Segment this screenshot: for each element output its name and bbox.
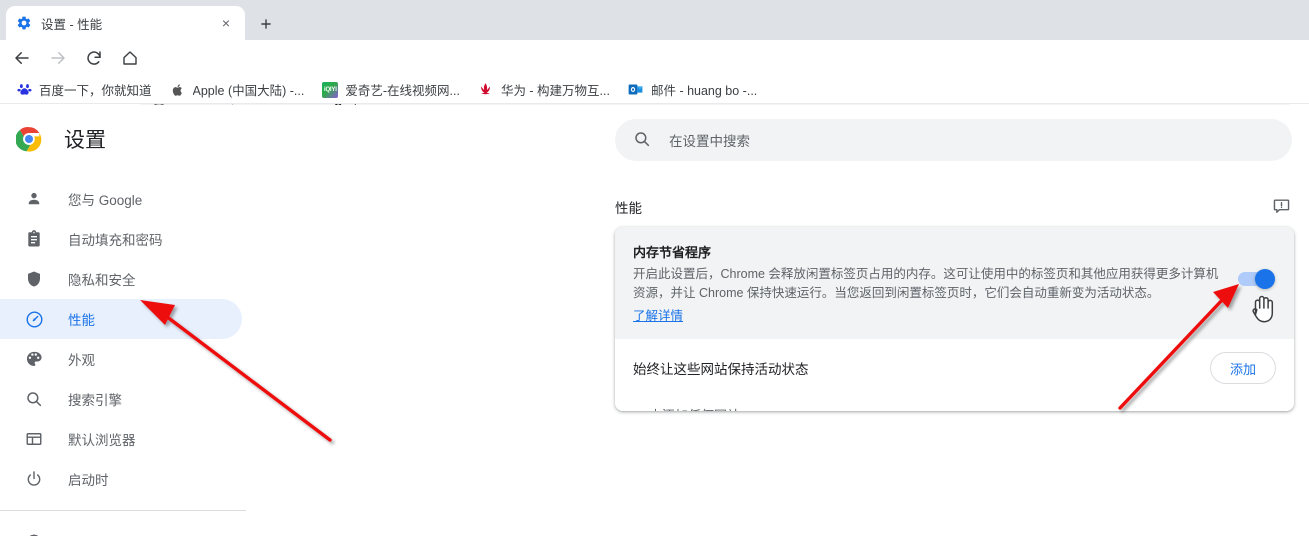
search-icon	[24, 389, 44, 409]
performance-card: 内存节省程序 开启此设置后，Chrome 会释放闲置标签页占用的内存。这可让使用…	[615, 227, 1294, 411]
sidebar-item-label: 外观	[68, 349, 95, 369]
close-icon[interactable]: ×	[217, 14, 235, 32]
apple-icon	[170, 82, 186, 98]
sidebar-item-label: 搜索引擎	[68, 389, 122, 409]
memory-saver-text: 内存节省程序 开启此设置后，Chrome 会释放闲置标签页占用的内存。这可让使用…	[633, 242, 1238, 325]
toggle-knob	[1255, 269, 1275, 289]
palette-icon	[24, 349, 44, 369]
search-placeholder: 在设置中搜索	[669, 130, 750, 150]
power-icon	[24, 469, 44, 489]
bookmark-label: Apple (中国大陆) -...	[193, 80, 305, 99]
bookmark-label: 爱奇艺-在线视频网...	[345, 80, 460, 99]
gear-icon	[16, 15, 32, 31]
bookmark-item[interactable]: 邮件 - huang bo -...	[620, 78, 765, 102]
sidebar-item-autofill[interactable]: 自动填充和密码	[0, 219, 242, 259]
sidebar-item-privacy-security[interactable]: 隐私和安全	[0, 259, 242, 299]
clipboard-icon	[24, 229, 44, 249]
baidu-icon	[16, 82, 32, 98]
settings-main: 在设置中搜索 性能 内存节省程序 开启此设置后，Chrome 会释放闲置标签	[246, 105, 1309, 536]
bookmark-item[interactable]: 华为 - 构建万物互...	[470, 78, 618, 102]
empty-sites-row: 未添加任何网站	[615, 397, 1294, 411]
always-active-label: 始终让这些网站保持活动状态	[633, 358, 809, 378]
globe-icon	[24, 532, 44, 536]
settings-nav: 您与 Google 自动填充和密码	[0, 179, 246, 536]
chrome-logo	[16, 126, 42, 152]
memory-saver-title: 内存节省程序	[633, 242, 1220, 261]
sidebar-item-label: 隐私和安全	[68, 269, 136, 289]
browser-toolbar: Chrome chrome://settings/performance	[0, 40, 1309, 76]
sidebar-item-search-engine[interactable]: 搜索引擎	[0, 379, 242, 419]
memory-saver-row: 内存节省程序 开启此设置后，Chrome 会释放闲置标签页占用的内存。这可让使用…	[615, 227, 1294, 339]
speedometer-icon	[24, 309, 44, 329]
sidebar-item-label: 启动时	[68, 469, 109, 489]
home-button[interactable]	[116, 44, 144, 72]
sidebar-item-label: 自动填充和密码	[68, 229, 163, 249]
sidebar-item-label: 语言	[68, 532, 95, 536]
empty-sites-label: 未添加任何网站	[649, 405, 740, 412]
person-icon	[24, 189, 44, 209]
browser-window: 设置 - 性能 ×	[0, 0, 1309, 536]
sidebar-item-label: 性能	[68, 309, 95, 329]
bookmark-item[interactable]: iQIYI 爱奇艺-在线视频网...	[314, 78, 468, 102]
settings-brand: 设置	[0, 111, 246, 167]
bookmark-item[interactable]: Apple (中国大陆) -...	[162, 78, 313, 102]
settings-sidebar: 设置 您与 Google	[0, 105, 246, 536]
bookmarks-bar: 百度一下，你就知道 Apple (中国大陆) -... iQIYI 爱奇艺-在线…	[0, 76, 1309, 104]
iqiyi-icon: iQIYI	[322, 82, 338, 98]
section-title: 性能	[615, 197, 642, 217]
sidebar-item-label: 您与 Google	[68, 189, 142, 209]
sidebar-item-you-and-google[interactable]: 您与 Google	[0, 179, 242, 219]
feedback-icon[interactable]	[1272, 197, 1292, 217]
huawei-icon	[478, 82, 494, 98]
sidebar-item-label: 默认浏览器	[68, 429, 136, 449]
bookmark-item[interactable]: 百度一下，你就知道	[8, 78, 160, 102]
sidebar-item-on-startup[interactable]: 启动时	[0, 459, 242, 499]
browser-tab[interactable]: 设置 - 性能 ×	[6, 6, 245, 40]
sidebar-item-languages[interactable]: 语言	[0, 522, 242, 536]
add-site-button[interactable]: 添加	[1210, 352, 1276, 384]
reload-button[interactable]	[80, 44, 108, 72]
section-header: 性能	[615, 190, 1292, 224]
bookmark-label: 邮件 - huang bo -...	[651, 80, 757, 99]
settings-page: 设置 您与 Google	[0, 105, 1309, 536]
browser-window-icon	[24, 429, 44, 449]
page-title: 设置	[64, 124, 106, 154]
new-tab-button[interactable]	[253, 11, 279, 37]
tab-title: 设置 - 性能	[41, 14, 217, 33]
forward-button[interactable]	[44, 44, 72, 72]
sidebar-divider	[0, 510, 246, 511]
bookmark-label: 百度一下，你就知道	[39, 80, 152, 99]
outlook-icon	[628, 82, 644, 98]
memory-saver-toggle[interactable]	[1238, 272, 1272, 286]
shield-icon	[24, 269, 44, 289]
memory-saver-description: 开启此设置后，Chrome 会释放闲置标签页占用的内存。这可让使用中的标签页和其…	[633, 265, 1220, 303]
back-button[interactable]	[8, 44, 36, 72]
sidebar-item-performance[interactable]: 性能	[0, 299, 242, 339]
sidebar-item-appearance[interactable]: 外观	[0, 339, 242, 379]
learn-more-link[interactable]: 了解详情	[633, 305, 683, 324]
bookmark-label: 华为 - 构建万物互...	[501, 80, 610, 99]
always-active-sites-row: 始终让这些网站保持活动状态 添加	[615, 339, 1294, 397]
search-input[interactable]: 在设置中搜索	[615, 119, 1292, 161]
search-icon	[633, 130, 653, 150]
sidebar-item-default-browser[interactable]: 默认浏览器	[0, 419, 242, 459]
tab-strip: 设置 - 性能 ×	[0, 0, 1309, 40]
